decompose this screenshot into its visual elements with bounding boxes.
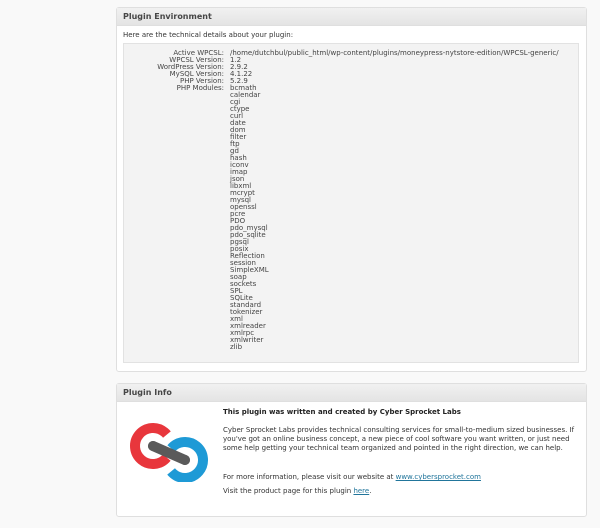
plugin-info-panel: Plugin Info This plugin was written and … [116, 383, 587, 517]
info-product-text: Visit the product page for this plugin [223, 487, 354, 495]
env-row: PHP Modules: bcmath [124, 85, 578, 92]
product-page-link[interactable]: here [353, 487, 369, 495]
env-value: /home/dutchbul/public_html/wp-content/pl… [230, 49, 559, 57]
info-website-line: For more information, please visit our w… [223, 473, 578, 482]
info-description: Cyber Sprocket Labs provides technical c… [223, 426, 575, 452]
php-module-item: zlib [230, 343, 243, 351]
env-label: PHP Modules: [176, 84, 224, 92]
info-heading: This plugin was written and created by C… [223, 408, 461, 416]
environment-intro: Here are the technical details about you… [123, 31, 294, 39]
environment-details-box: Active WPCSL:/home/dutchbul/public_html/… [123, 43, 579, 363]
website-link[interactable]: www.cybersprocket.com [396, 473, 481, 481]
cyber-sprocket-logo-icon [130, 423, 208, 482]
info-product-line: Visit the product page for this plugin h… [223, 487, 578, 496]
info-website-text: For more information, please visit our w… [223, 473, 396, 481]
plugin-environment-panel: Plugin Environment Here are the technica… [116, 7, 587, 372]
info-period: . [369, 487, 372, 495]
plugin-info-title: Plugin Info [117, 384, 586, 402]
plugin-environment-title: Plugin Environment [117, 8, 586, 26]
